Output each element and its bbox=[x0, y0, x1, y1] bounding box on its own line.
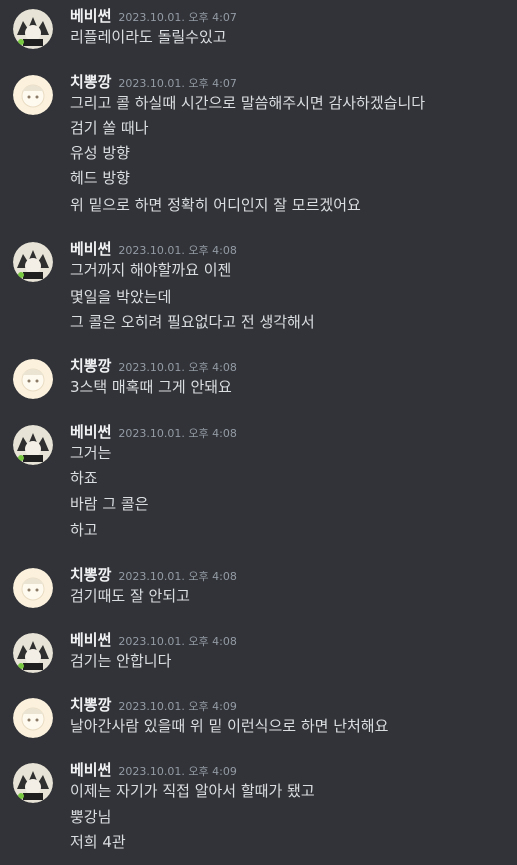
username[interactable]: 치뽕깡 bbox=[70, 357, 111, 375]
message-text: 하죠 bbox=[70, 469, 98, 487]
avatar-babi[interactable] bbox=[13, 763, 53, 803]
username[interactable]: 치뽕깡 bbox=[70, 73, 111, 91]
message-text: 몇일을 박았는데 bbox=[70, 288, 172, 306]
message-text: 3스택 매혹때 그게 안돼요 bbox=[70, 378, 232, 396]
message-text: 리플레이라도 돌릴수있고 bbox=[70, 28, 227, 46]
message-text: 하고 bbox=[70, 521, 98, 539]
message-text: 그거는 bbox=[70, 444, 112, 462]
avatar-chi[interactable] bbox=[13, 75, 53, 115]
username[interactable]: 베비썬 bbox=[70, 761, 111, 779]
message-text: 검기 쏠 때나 bbox=[70, 119, 149, 137]
message-text: 그리고 콜 하실때 시간으로 말씀해주시면 감사하겠습니다 bbox=[70, 94, 426, 112]
message-text: 검기는 안합니다 bbox=[70, 652, 172, 670]
message-text: 검기때도 잘 안되고 bbox=[70, 587, 190, 605]
timestamp: 2023.10.01. 오후 4:08 bbox=[118, 635, 237, 648]
avatar-chi[interactable] bbox=[13, 359, 53, 399]
avatar-babi[interactable] bbox=[13, 633, 53, 673]
timestamp: 2023.10.01. 오후 4:08 bbox=[118, 244, 237, 257]
timestamp: 2023.10.01. 오후 4:07 bbox=[118, 77, 237, 90]
username[interactable]: 치뽕깡 bbox=[70, 566, 111, 584]
message-text: 그 콜은 오히려 필요없다고 전 생각해서 bbox=[70, 313, 315, 331]
timestamp: 2023.10.01. 오후 4:08 bbox=[118, 427, 237, 440]
message-text: 그거까지 해야할까요 이젠 bbox=[70, 261, 232, 279]
username[interactable]: 베비썬 bbox=[70, 7, 111, 25]
avatar-babi[interactable] bbox=[13, 242, 53, 282]
username[interactable]: 베비썬 bbox=[70, 423, 111, 441]
timestamp: 2023.10.01. 오후 4:08 bbox=[118, 570, 237, 583]
message-text: 뿡강님 bbox=[70, 808, 112, 826]
timestamp: 2023.10.01. 오후 4:09 bbox=[118, 765, 237, 778]
avatar-babi[interactable] bbox=[13, 425, 53, 465]
message-text: 유성 방향 bbox=[70, 144, 130, 162]
timestamp: 2023.10.01. 오후 4:08 bbox=[118, 361, 237, 374]
message-text: 저희 4관 bbox=[70, 833, 126, 851]
avatar-babi[interactable] bbox=[13, 9, 53, 49]
message-text: 이제는 자기가 직접 알아서 할때가 됐고 bbox=[70, 782, 315, 800]
username[interactable]: 베비썬 bbox=[70, 240, 111, 258]
message-text: 헤드 방향 bbox=[70, 169, 130, 187]
username[interactable]: 치뽕깡 bbox=[70, 696, 111, 714]
chat-messages: 베비썬 2023.10.01. 오후 4:07 리플레이라도 돌릴수있고 치뽕깡 2… bbox=[0, 0, 517, 865]
message-text: 날아간사람 있을때 위 밑 이런식으로 하면 난처해요 bbox=[70, 717, 389, 735]
timestamp: 2023.10.01. 오후 4:09 bbox=[118, 700, 237, 713]
message-text: 위 밑으로 하면 정확히 어디인지 잘 모르겠어요 bbox=[70, 196, 361, 214]
avatar-chi[interactable] bbox=[13, 568, 53, 608]
timestamp: 2023.10.01. 오후 4:07 bbox=[118, 11, 237, 24]
message-text: 바람 그 콜은 bbox=[70, 495, 149, 513]
username[interactable]: 베비썬 bbox=[70, 631, 111, 649]
avatar-chi[interactable] bbox=[13, 698, 53, 738]
